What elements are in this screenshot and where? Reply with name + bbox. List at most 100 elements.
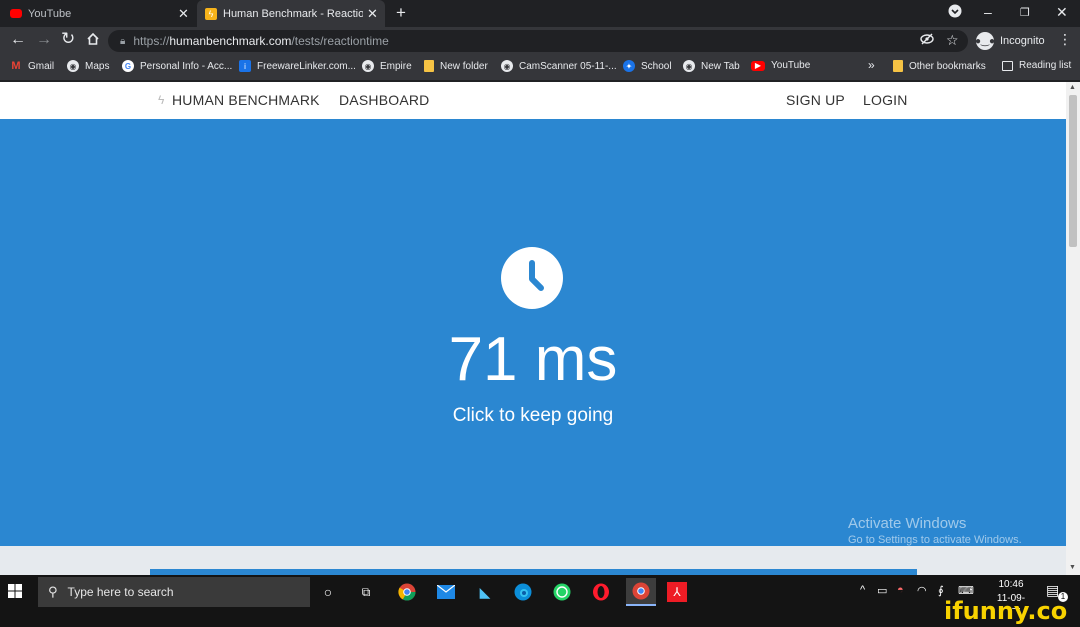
incognito-label: Incognito — [1000, 35, 1045, 47]
bookmark-camscanner[interactable]: ◉ CamScanner 05-11-... — [501, 60, 617, 72]
bookmark-label: Other bookmarks — [909, 60, 986, 72]
youtube-icon — [10, 9, 22, 18]
brand-link[interactable]: HUMAN BENCHMARK — [172, 92, 320, 108]
bookmark-new-folder[interactable]: New folder — [424, 60, 488, 72]
clock-time: 10:46 — [998, 579, 1024, 590]
reaction-test-area[interactable]: 71 ms Click to keep going — [0, 119, 1066, 546]
scrollbar-thumb[interactable] — [1069, 95, 1077, 247]
battery-icon[interactable]: ▭ — [877, 584, 887, 597]
globe-icon: ◉ — [501, 60, 513, 72]
close-tab-icon[interactable]: ✕ — [178, 6, 189, 22]
address-bar[interactable]: 🔒︎ https://humanbenchmark.com/tests/reac… — [108, 30, 968, 52]
tab-search-icon[interactable] — [948, 4, 962, 21]
chrome-icon[interactable] — [397, 582, 417, 602]
bookmark-label: Gmail — [28, 60, 55, 72]
overlay-bar — [0, 609, 1080, 627]
google-icon: G — [122, 60, 134, 72]
keyboard-icon[interactable]: ⌨ — [958, 584, 974, 597]
search-icon: ⚲ — [48, 584, 58, 599]
cortana-icon[interactable]: ○ — [318, 582, 338, 602]
camscanner-icon: ✦ — [623, 60, 635, 72]
tray-overflow-icon[interactable]: ^ — [860, 584, 865, 596]
bookmark-label: Reading list — [1019, 60, 1072, 71]
bookmark-label: Maps — [85, 60, 110, 72]
chrome-incognito-taskbar-icon[interactable] — [626, 578, 656, 606]
bookmark-youtube[interactable]: ▶ YouTube — [751, 60, 810, 71]
whatsapp-icon[interactable] — [552, 582, 572, 602]
folder-icon — [893, 60, 903, 72]
forward-icon[interactable]: → — [36, 31, 52, 49]
taskbar-search[interactable]: ⚲ Type here to search — [38, 577, 310, 607]
reading-list[interactable]: Reading list — [1002, 60, 1071, 71]
scroll-down-icon[interactable]: ▼ — [1069, 564, 1076, 571]
tab-title: YouTube — [28, 7, 72, 20]
keep-going-hint: Click to keep going — [452, 405, 614, 426]
bookmark-label: FreewareLinker.com... — [257, 60, 356, 72]
page-scrollbar[interactable]: ▲ ▼ — [1066, 82, 1080, 575]
back-icon[interactable]: ← — [10, 31, 26, 49]
windows-start-icon[interactable] — [8, 584, 24, 600]
home-icon[interactable] — [86, 32, 100, 51]
web-page: ϟ HUMAN BENCHMARK DASHBOARD SIGN UP LOGI… — [0, 82, 1066, 575]
reload-icon[interactable]: ↻ — [61, 29, 75, 49]
bookmark-label: Personal Info - Acc... — [140, 60, 233, 72]
restore-icon[interactable]: ❐ — [1020, 6, 1030, 19]
new-tab-button[interactable]: + — [396, 3, 406, 23]
bookmark-label: Empire — [380, 60, 412, 72]
menu-icon[interactable]: ⋮ — [1058, 31, 1072, 48]
url-path: /tests/reactiontime — [291, 34, 389, 48]
url-scheme: https:// — [133, 34, 170, 48]
activate-windows-watermark: Activate Windows Go to Settings to activ… — [848, 515, 1022, 546]
bookmark-label: School — [641, 60, 672, 72]
task-view-icon[interactable]: ⧉ — [356, 582, 376, 602]
ifunny-watermark: ifunny.co — [944, 597, 1068, 625]
search-placeholder: Type here to search — [67, 585, 174, 599]
bookmark-freewarelinker[interactable]: i FreewareLinker.com... — [239, 60, 356, 72]
bookmark-school[interactable]: ✦ School — [623, 60, 672, 72]
watermark-subtitle: Go to Settings to activate Windows. — [848, 534, 1022, 546]
network-status-icon[interactable]: ◓ — [897, 584, 904, 596]
bookmark-label: YouTube — [771, 60, 811, 71]
other-bookmarks[interactable]: Other bookmarks — [893, 60, 986, 72]
store-icon[interactable]: ◣ — [475, 582, 495, 602]
login-link[interactable]: LOGIN — [863, 92, 908, 108]
tab-youtube[interactable]: YouTube ✕ — [10, 0, 195, 27]
reaction-time-result: 71 ms — [448, 325, 618, 394]
bookmark-empire[interactable]: ◉ Empire — [362, 60, 412, 72]
bookmark-label: New folder — [440, 60, 488, 72]
bookmarks-overflow-button[interactable]: » — [868, 58, 875, 72]
signup-link[interactable]: SIGN UP — [786, 92, 845, 108]
bookmark-maps[interactable]: ◉ Maps — [67, 60, 109, 72]
minimize-icon[interactable]: – — [984, 4, 992, 20]
bookmark-personal-info[interactable]: G Personal Info - Acc... — [122, 60, 232, 72]
acrobat-icon[interactable]: ⅄ — [667, 582, 687, 602]
bookmark-gmail[interactable]: M Gmail — [10, 60, 54, 72]
site-navbar: ϟ HUMAN BENCHMARK DASHBOARD SIGN UP LOGI… — [0, 82, 1066, 119]
lock-icon: 🔒︎ — [120, 35, 126, 47]
incognito-indicator[interactable]: ●‿● Incognito — [975, 31, 1045, 51]
bookmark-star-icon[interactable]: ☆ — [946, 32, 959, 49]
dashboard-link[interactable]: DASHBOARD — [339, 92, 429, 108]
close-tab-icon[interactable]: ✕ — [367, 6, 378, 22]
bookmark-new-tab[interactable]: ◉ New Tab — [683, 60, 740, 72]
wifi-icon[interactable]: ◠ — [917, 584, 927, 597]
tab-title: Human Benchmark - Reaction Ti — [223, 7, 363, 20]
tracking-blocked-icon[interactable] — [920, 33, 934, 48]
windows-taskbar: ⚲ Type here to search ○ ⧉ ◣ ⅄ ^ ▭ ◓ ◠ ∮ … — [0, 575, 1080, 618]
url-host: humanbenchmark.com — [169, 34, 292, 48]
scroll-up-icon[interactable]: ▲ — [1069, 84, 1076, 91]
edge-icon[interactable] — [513, 582, 533, 602]
gmail-icon: M — [11, 60, 21, 72]
bookmarks-bar: M Gmail ◉ Maps G Personal Info - Acc... i Fr… — [0, 55, 1080, 81]
mail-icon[interactable] — [436, 582, 456, 602]
opera-icon[interactable] — [591, 582, 611, 602]
pen-icon[interactable]: ∮ — [938, 584, 944, 597]
lightning-icon: ϟ — [158, 93, 165, 107]
lightning-icon: ϟ — [205, 7, 217, 20]
page-below-fold — [0, 546, 1066, 575]
tab-human-benchmark[interactable]: ϟ Human Benchmark - Reaction Ti ✕ — [197, 0, 385, 27]
bookmark-label: CamScanner 05-11-... — [519, 60, 617, 72]
tab-strip: YouTube ✕ ϟ Human Benchmark - Reaction T… — [0, 0, 1080, 27]
folder-icon — [424, 60, 434, 72]
close-window-icon[interactable]: ✕ — [1056, 4, 1068, 21]
